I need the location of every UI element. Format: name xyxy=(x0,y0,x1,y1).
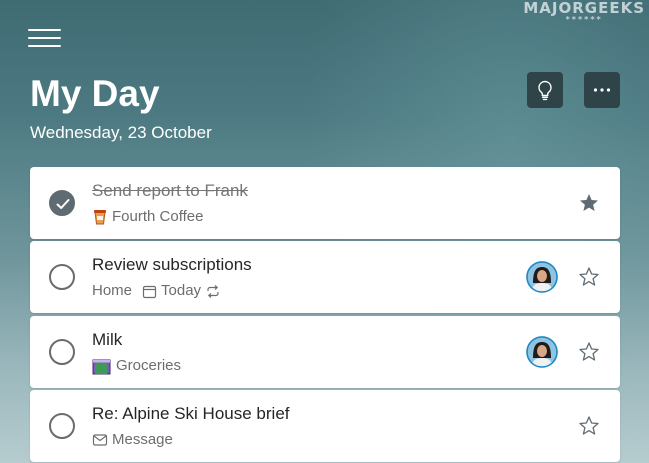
assignee-avatar[interactable] xyxy=(526,261,558,293)
more-options-icon xyxy=(593,88,611,92)
task-complete-checkbox[interactable] xyxy=(49,339,75,365)
lightbulb-icon xyxy=(538,80,552,101)
task-meta: Message xyxy=(92,430,173,450)
repeat-icon xyxy=(207,284,219,298)
star-outline-icon[interactable] xyxy=(577,340,601,364)
assignee-avatar[interactable] xyxy=(526,336,558,368)
task-title: Send report to Frank xyxy=(92,181,248,200)
task-list-name: Fourth Coffee xyxy=(112,208,204,225)
star-outline-icon[interactable] xyxy=(577,265,601,289)
page-title: My Day xyxy=(30,73,160,114)
more-options-button[interactable] xyxy=(584,72,620,108)
mail-icon xyxy=(92,434,108,446)
task-complete-checkbox[interactable] xyxy=(49,413,75,439)
hamburger-menu-icon[interactable] xyxy=(28,26,62,50)
page-date: Wednesday, 23 October xyxy=(30,123,212,142)
task-meta: Fourth Coffee xyxy=(92,207,203,227)
task-title: Re: Alpine Ski House brief xyxy=(92,404,290,423)
suggestions-button[interactable] xyxy=(527,72,563,108)
watermark-logo: MAJORGEEKS ****** xyxy=(523,0,645,24)
task-item[interactable]: Review subscriptions Home Today xyxy=(30,241,620,313)
task-due-date: Today xyxy=(161,282,202,299)
task-meta: Home Today xyxy=(92,281,225,301)
star-outline-icon[interactable] xyxy=(577,414,601,438)
task-item[interactable]: Send report to Frank Fourth Coffee xyxy=(30,167,620,239)
task-complete-checkbox[interactable] xyxy=(49,190,75,216)
task-item[interactable]: Milk Groceries xyxy=(30,316,620,388)
task-list-name: Home xyxy=(92,282,133,299)
task-title: Review subscriptions xyxy=(92,255,252,274)
coffee-cup-icon xyxy=(94,210,106,225)
groceries-icon xyxy=(92,359,111,375)
watermark-stars: ****** xyxy=(565,15,603,24)
calendar-icon xyxy=(142,285,157,298)
task-meta: Groceries xyxy=(92,356,181,376)
task-title: Milk xyxy=(92,330,123,349)
task-item[interactable]: Re: Alpine Ski House brief Message xyxy=(30,390,620,462)
task-list-name: Message xyxy=(112,431,173,448)
avatar-image xyxy=(526,336,558,368)
task-list-name: Groceries xyxy=(116,357,182,374)
avatar-image xyxy=(526,261,558,293)
star-filled-icon[interactable] xyxy=(577,191,601,215)
task-complete-checkbox[interactable] xyxy=(49,264,75,290)
checkmark-icon xyxy=(56,199,70,209)
